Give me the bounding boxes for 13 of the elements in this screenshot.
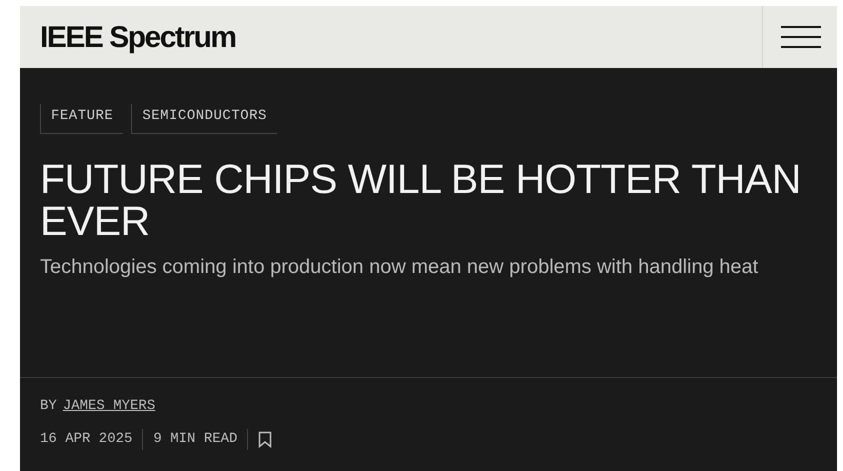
category-tag[interactable]: SEMICONDUCTORS: [131, 104, 277, 134]
byline-label: BY: [40, 397, 57, 416]
site-logo[interactable]: IEEE Spectrum: [40, 14, 236, 60]
article-subtitle: Technologies coming into production now mean new problems with handling heat: [40, 255, 760, 279]
article-title: FUTURE CHIPS WILL BE HOTTER THAN EVER: [40, 158, 802, 242]
menu-button[interactable]: [781, 24, 821, 50]
author-link[interactable]: JAMES MYERS: [62, 396, 156, 417]
publish-date: 16 APR 2025: [40, 429, 144, 450]
read-time: 9 MIN READ: [143, 429, 248, 450]
bookmark-button[interactable]: [258, 431, 272, 448]
category-tag[interactable]: FEATURE: [40, 104, 124, 134]
bookmark-icon: [258, 431, 272, 448]
menu-icon: [781, 26, 821, 48]
